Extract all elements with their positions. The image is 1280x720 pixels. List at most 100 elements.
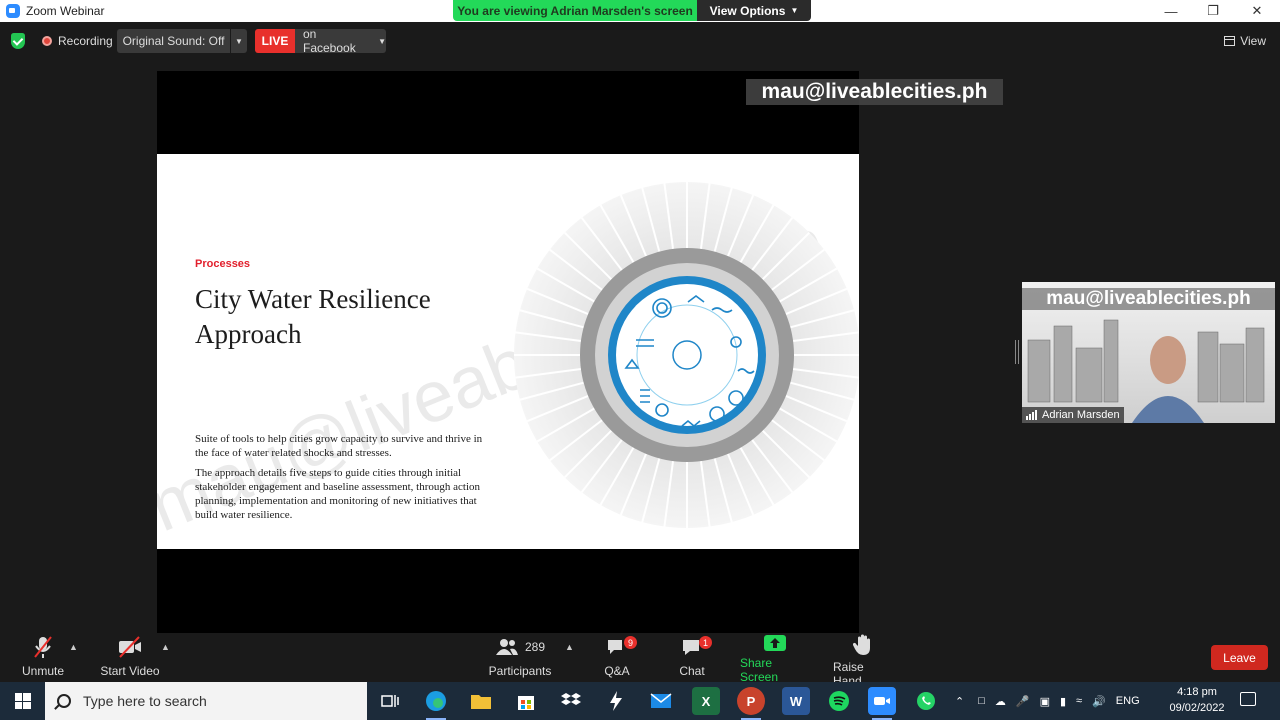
- presentation-slide: mau@liveablecities.ph Processes City Wat…: [157, 154, 859, 549]
- participant-email-watermark: mau@liveablecities.ph: [1022, 288, 1275, 310]
- qa-badge: 9: [624, 636, 637, 649]
- qa-icon: 9: [606, 634, 637, 660]
- live-target-label: on Facebook: [303, 27, 356, 55]
- windows-logo-icon: [14, 693, 31, 709]
- display-tray-icon[interactable]: ▣: [1040, 695, 1050, 708]
- file-explorer-icon[interactable]: [467, 687, 495, 715]
- participant-name: Adrian Marsden: [1042, 409, 1120, 421]
- excel-icon[interactable]: X: [692, 687, 720, 715]
- view-options-button[interactable]: View Options ▼: [697, 0, 811, 21]
- windows-taskbar: Type here to search X P W ⌃ □ ☁ 🎤 ▣ ▮ ≈ …: [0, 682, 1280, 720]
- signal-strength-icon: [1026, 410, 1038, 420]
- record-dot-icon: [42, 36, 52, 46]
- zap-app-icon[interactable]: [602, 687, 630, 715]
- microphone-muted-icon: [32, 634, 54, 660]
- search-icon: [57, 694, 71, 708]
- recording-label: Recording: [58, 34, 113, 48]
- microphone-tray-icon[interactable]: 🎤: [1016, 695, 1030, 708]
- live-on-facebook-button[interactable]: on Facebook ▼: [295, 27, 386, 55]
- water-resilience-wheel-graphic: [514, 182, 859, 528]
- qa-label: Q&A: [604, 664, 630, 678]
- original-sound-button[interactable]: Original Sound: Off: [117, 29, 230, 53]
- unmute-button[interactable]: Unmute: [18, 634, 68, 682]
- slide-title: City Water Resilience Approach: [195, 284, 431, 349]
- whatsapp-icon[interactable]: [912, 687, 940, 715]
- view-button[interactable]: View: [1224, 34, 1266, 48]
- slide-section-label: Processes: [195, 258, 251, 270]
- slide-paragraph-2: The approach details five steps to guide…: [195, 467, 480, 521]
- clock-time: 4:18 pm: [1177, 686, 1217, 698]
- volume-icon[interactable]: 🔊: [1092, 695, 1106, 708]
- chevron-down-icon: ▼: [235, 36, 243, 46]
- email-watermark: mau@liveablecities.ph: [746, 79, 1003, 105]
- taskbar-clock[interactable]: 4:18 pm 09/02/2022: [1162, 684, 1232, 716]
- start-video-button[interactable]: Start Video: [100, 634, 160, 682]
- start-video-label: Start Video: [100, 664, 160, 678]
- live-badge: LIVE: [255, 29, 295, 53]
- grid-view-icon: [1224, 36, 1236, 46]
- participants-label: Participants: [488, 664, 552, 678]
- raise-hand-icon: [853, 634, 873, 656]
- chat-label: Chat: [679, 664, 705, 678]
- start-button[interactable]: [0, 682, 45, 720]
- view-options-label: View Options: [709, 3, 786, 18]
- edge-browser-icon[interactable]: [422, 687, 450, 720]
- security-shield-icon[interactable]: [11, 33, 25, 49]
- recording-indicator[interactable]: Recording: [42, 34, 113, 48]
- participant-name-bar: Adrian Marsden: [1022, 407, 1124, 423]
- clock-date: 09/02/2022: [1169, 702, 1225, 714]
- share-screen-button[interactable]: Share Screen: [740, 634, 810, 684]
- restore-icon[interactable]: ❐: [1192, 0, 1234, 22]
- video-options-chevron-up-icon[interactable]: ▲: [161, 642, 170, 652]
- participants-count: 289: [524, 640, 546, 654]
- participants-icon-wrap: 289: [495, 634, 545, 660]
- minimize-icon[interactable]: —: [1150, 0, 1192, 22]
- participants-chevron-up-icon[interactable]: ▲: [565, 642, 574, 652]
- share-screen-label: Share Screen: [740, 656, 779, 684]
- onedrive-cloud-icon[interactable]: ☁: [995, 695, 1006, 708]
- thumbnail-drag-handle[interactable]: [1015, 340, 1019, 364]
- zoom-app-icon: [6, 4, 20, 18]
- share-screen-icon: [763, 634, 787, 652]
- task-view-icon[interactable]: [376, 687, 404, 715]
- participants-button[interactable]: 289 Participants: [488, 634, 552, 682]
- system-tray: ⌃ □ ☁ 🎤 ▣ ▮ ≈ 🔊 ENG: [955, 682, 1140, 720]
- slide-paragraph-1: Suite of tools to help cities grow capac…: [195, 433, 483, 459]
- chevron-down-icon: ▼: [790, 6, 799, 15]
- participant-video-thumbnail[interactable]: mau@liveablecities.ph Adrian Marsden: [1022, 282, 1275, 423]
- spotify-icon[interactable]: [825, 687, 853, 715]
- chat-badge: 1: [699, 636, 712, 649]
- battery-icon[interactable]: ▮: [1060, 695, 1066, 708]
- window-title: Zoom Webinar: [26, 4, 105, 18]
- taskbar-search-box[interactable]: Type here to search: [45, 682, 367, 720]
- input-language[interactable]: ENG: [1116, 695, 1140, 707]
- show-hidden-icons-chevron-up-icon[interactable]: ⌃: [955, 695, 964, 708]
- teams-tray-icon[interactable]: □: [978, 695, 985, 707]
- raise-hand-button[interactable]: Raise Hand: [833, 634, 893, 688]
- powerpoint-icon[interactable]: P: [737, 687, 765, 720]
- word-icon[interactable]: W: [782, 687, 810, 715]
- notification-center-icon[interactable]: [1240, 692, 1256, 706]
- chevron-down-icon: ▼: [378, 36, 386, 46]
- qa-button[interactable]: 9 Q&A: [600, 634, 637, 682]
- viewing-screen-text: You are viewing Adrian Marsden's screen: [453, 0, 697, 21]
- chat-button[interactable]: 1 Chat: [675, 634, 712, 682]
- chat-icon: 1: [681, 634, 712, 660]
- leave-button[interactable]: Leave: [1211, 645, 1268, 670]
- original-sound-dropdown[interactable]: ▼: [231, 29, 247, 53]
- video-off-icon: [117, 634, 143, 660]
- search-placeholder: Type here to search: [83, 693, 207, 709]
- participants-icon: [495, 639, 518, 655]
- wifi-icon[interactable]: ≈: [1076, 695, 1082, 707]
- dropbox-icon[interactable]: [557, 687, 585, 715]
- meeting-top-bar: Recording Original Sound: Off ▼ LIVE on …: [0, 24, 1280, 58]
- zoom-webinar-window: Zoom Webinar — ❐ ✕ You are viewing Adria…: [0, 0, 1280, 720]
- viewing-banner: You are viewing Adrian Marsden's screen …: [453, 0, 811, 21]
- store-icon[interactable]: [512, 687, 540, 715]
- close-icon[interactable]: ✕: [1236, 0, 1278, 22]
- view-label: View: [1240, 34, 1266, 48]
- mail-icon[interactable]: [647, 687, 675, 715]
- zoom-taskbar-icon[interactable]: [868, 687, 896, 720]
- audio-options-chevron-up-icon[interactable]: ▲: [69, 642, 78, 652]
- unmute-label: Unmute: [21, 664, 65, 678]
